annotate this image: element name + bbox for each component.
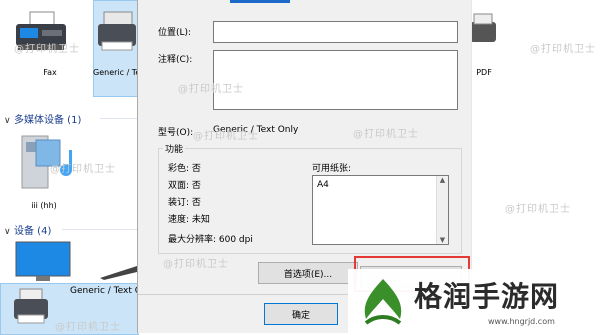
chevron-down-icon[interactable]: ∨ [4, 227, 14, 237]
feature-speed: 速度: 未知 [168, 215, 210, 225]
watermark-text: @打印机卫士 [55, 322, 121, 333]
comment-field[interactable] [213, 50, 458, 110]
paper-label: 可用纸张: [312, 164, 352, 174]
feature-color: 彩色: 否 [168, 164, 201, 174]
section-divider [62, 229, 137, 230]
chevron-down-icon[interactable]: ∨ [4, 116, 14, 126]
watermark-text: @打印机卫士 [50, 164, 116, 175]
brand-watermark: 格润手游网 www.hngrjd.com [348, 269, 600, 333]
preferences-button-label: 首选项(E)... [283, 269, 333, 280]
watermark-text: @打印机卫士 [530, 44, 596, 55]
keyboard-icon[interactable] [100, 258, 137, 280]
printer-icon[interactable] [470, 10, 498, 50]
devices-section-label: 设备 (4) [14, 226, 52, 237]
ok-button-label: 确定 [291, 310, 310, 321]
location-field[interactable] [213, 21, 458, 43]
paper-list-item[interactable]: A4 [317, 180, 329, 190]
watermark-text: @打印机卫士 [505, 204, 571, 215]
multimedia-section-label: 多媒体设备 (1) [14, 115, 82, 126]
location-label: 位置(L): [158, 28, 192, 38]
watermark-text: @打印机卫士 [178, 84, 244, 95]
device-label-fax: Fax [43, 68, 57, 77]
watermark-text: @打印机卫士 [353, 129, 419, 140]
features-group-title: 功能 [163, 142, 186, 155]
multimedia-section-header[interactable]: ∨ 多媒体设备 (1) [4, 111, 81, 126]
media-device-label: iii (hh) [31, 201, 57, 210]
device-label-bottom-printer: Generic / Text O [70, 286, 142, 296]
feature-duplex: 双面: 否 [168, 181, 201, 191]
watermark-text: @打印机卫士 [163, 259, 229, 270]
ok-button[interactable]: 确定 [264, 303, 338, 325]
scroll-up-icon[interactable]: ▲ [437, 176, 448, 184]
feature-max-resolution: 最大分辨率: 600 dpi [168, 235, 253, 245]
scrollbar[interactable]: ▲ ▼ [436, 176, 448, 244]
monitor-icon[interactable] [14, 240, 74, 282]
printer-icon[interactable] [96, 8, 136, 58]
device-label-generic: Generic / Text Only [93, 68, 137, 77]
scroll-down-icon[interactable]: ▼ [437, 236, 448, 244]
paper-list[interactable]: A4 ▲ ▼ [312, 175, 449, 245]
model-label: 型号(O): [158, 128, 194, 138]
devices-section-header[interactable]: ∨ 设备 (4) [4, 222, 51, 237]
watermark-text: @打印机卫士 [14, 44, 80, 55]
preferences-button[interactable]: 首选项(E)... [258, 262, 358, 284]
device-label-generic-text: Generic / Text Only [93, 68, 137, 77]
brand-name: 格润手游网 [414, 280, 560, 313]
dialog-top-strip [230, 0, 290, 3]
brand-logo-icon [356, 275, 410, 329]
watermark-text: @打印机卫士 [193, 131, 259, 142]
printer-icon[interactable] [12, 287, 50, 327]
device-label-pdf: PDF [476, 68, 492, 77]
comment-label: 注释(C): [158, 55, 193, 65]
feature-staple: 装订: 否 [168, 198, 201, 208]
section-divider [100, 118, 137, 119]
brand-url: www.hngrjd.com [488, 317, 555, 326]
